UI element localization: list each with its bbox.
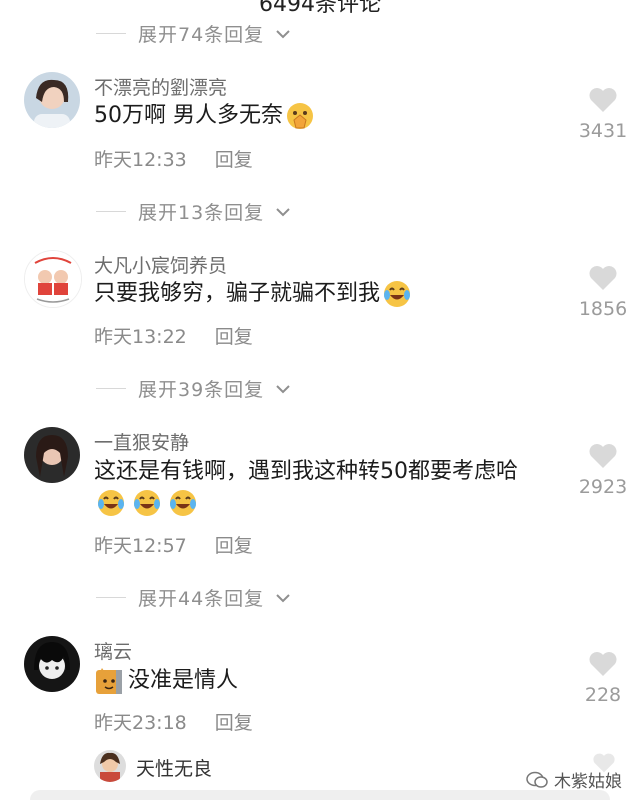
heart-icon [568, 442, 638, 470]
like-button[interactable]: 2923 [568, 442, 638, 498]
username[interactable]: 不漂亮的劉漂亮 [94, 73, 227, 100]
watermark: 木紫姑娘 [526, 767, 622, 792]
crying-laughing-emoji-icon [382, 279, 412, 309]
avatar[interactable] [94, 750, 126, 782]
chevron-down-icon [276, 29, 290, 38]
like-button[interactable]: 3431 [568, 86, 638, 142]
expand-replies-button[interactable]: 展开74条回复 [96, 20, 290, 47]
like-count: 2923 [578, 476, 628, 498]
crying-laughing-emoji-icon [96, 488, 126, 518]
comment-text-body: 这还是有钱啊，遇到我这种转50都要考虑哈 [94, 459, 518, 484]
username[interactable]: 璃云 [94, 637, 132, 664]
comment-text: 50万啊 男人多无奈 [94, 100, 315, 131]
chevron-down-icon [276, 207, 290, 216]
crying-laughing-emoji-icon [168, 488, 198, 518]
heart-icon [568, 650, 638, 678]
expand-replies-label: 展开74条回复 [138, 24, 265, 46]
heart-icon [568, 264, 638, 292]
like-button[interactable]: 1856 [568, 264, 638, 320]
reply-button[interactable]: 回复 [215, 531, 253, 558]
expand-replies-label: 展开44条回复 [138, 588, 265, 610]
expand-replies-label: 展开13条回复 [138, 202, 265, 224]
comment-text-body: 没准是情人 [128, 668, 239, 693]
like-count: 228 [584, 684, 622, 706]
expand-replies-button[interactable]: 展开13条回复 [96, 198, 290, 225]
comment-time: 昨天23:18 [94, 712, 187, 734]
praying-emoji-icon [285, 101, 315, 131]
expand-replies-button[interactable]: 展开39条回复 [96, 375, 290, 402]
emoji-group [94, 488, 198, 518]
like-count: 1856 [578, 298, 628, 320]
divider-line [96, 388, 126, 389]
divider-line [96, 211, 126, 212]
comment-meta: 昨天12:57 回复 [94, 531, 253, 558]
comment-time: 昨天12:33 [94, 149, 187, 171]
divider-line [96, 33, 126, 34]
avatar[interactable] [24, 427, 80, 483]
comment-text: 没准是情人 [94, 665, 238, 696]
comment-meta: 昨天23:18 回复 [94, 708, 253, 735]
avatar[interactable] [24, 250, 82, 308]
comment-text-body: 只要我够穷，骗子就骗不到我 [94, 281, 381, 306]
chevron-down-icon [276, 384, 290, 393]
cat-emoji-icon [94, 666, 124, 696]
comment-text: 这还是有钱啊，遇到我这种转50都要考虑哈 [94, 456, 564, 487]
expand-replies-button[interactable]: 展开44条回复 [96, 584, 290, 611]
reply-button[interactable]: 回复 [215, 145, 253, 172]
like-count: 3431 [578, 120, 628, 142]
divider-line [96, 597, 126, 598]
crying-laughing-emoji-icon [132, 488, 162, 518]
avatar[interactable] [24, 72, 80, 128]
username[interactable]: 大凡小宸饲养员 [94, 251, 227, 278]
reply-button[interactable]: 回复 [215, 322, 253, 349]
comment-text: 只要我够穷，骗子就骗不到我 [94, 278, 412, 309]
comment-time: 昨天12:57 [94, 535, 187, 557]
watermark-text: 木紫姑娘 [554, 772, 622, 792]
chevron-down-icon [276, 593, 290, 602]
comment-input-bar[interactable] [30, 790, 610, 800]
comment-time: 昨天13:22 [94, 326, 187, 348]
comment-meta: 昨天13:22 回复 [94, 322, 253, 349]
reply-button[interactable]: 回复 [215, 708, 253, 735]
avatar[interactable] [24, 636, 80, 692]
wechat-icon [526, 771, 548, 788]
expand-replies-label: 展开39条回复 [138, 379, 265, 401]
comment-meta: 昨天12:33 回复 [94, 145, 253, 172]
comment-text-body: 50万啊 男人多无奈 [94, 103, 283, 128]
heart-icon [568, 86, 638, 114]
like-button[interactable]: 228 [568, 650, 638, 706]
username[interactable]: 天性无良 [136, 754, 212, 781]
comment-count-title: 6494条评论 [259, 0, 381, 17]
username[interactable]: 一直狠安静 [94, 428, 189, 455]
